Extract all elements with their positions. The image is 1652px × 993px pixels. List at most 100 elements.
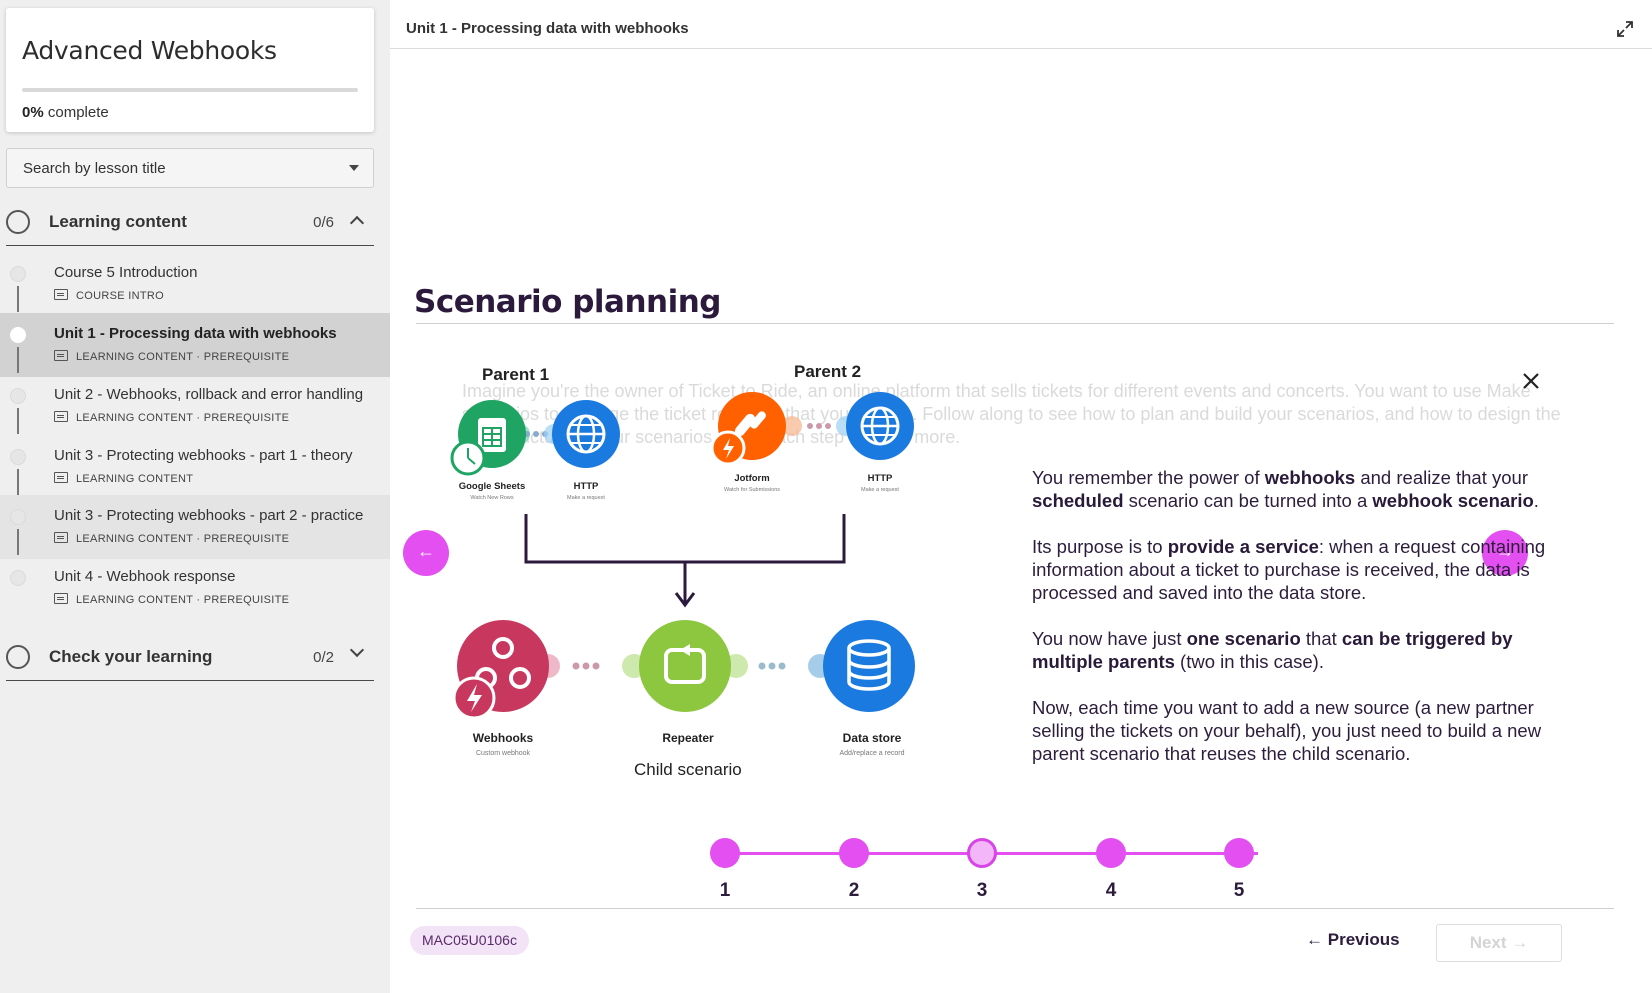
slide-stepper: 1 2 3 4 5	[710, 834, 1270, 904]
repeater-module	[639, 620, 731, 712]
section-count: 0/2	[313, 649, 334, 666]
step-1-label: 1	[719, 880, 731, 901]
lesson-status-dot	[10, 570, 26, 586]
lesson-meta: COURSE INTRO	[54, 289, 164, 302]
chevron-down-icon[interactable]	[349, 642, 365, 658]
webhooks-label: Webhooks	[473, 731, 534, 745]
section-learning-content[interactable]: Learning content 0/6	[6, 198, 374, 246]
explanation-paragraph-1: You remember the power of webhooks and r…	[1032, 467, 1539, 511]
slide-prev-button[interactable]: ←	[403, 530, 449, 576]
lesson-item[interactable]: Unit 2 - Webhooks, rollback and error ha…	[0, 374, 390, 438]
lesson-meta: LEARNING CONTENT · PREREQUISITE	[54, 532, 289, 545]
document-icon	[54, 289, 68, 300]
section-title: Check your learning	[49, 647, 213, 666]
jotform-label: Jotform	[734, 473, 769, 484]
course-title: Advanced Webhooks	[22, 36, 277, 65]
merge-bracket	[524, 514, 846, 608]
section-check-your-learning[interactable]: Check your learning 0/2	[6, 633, 374, 681]
progress-text: 0% complete	[22, 104, 109, 121]
lesson-item[interactable]: Course 5 Introduction COURSE INTRO	[0, 252, 390, 316]
connector-child-2	[724, 654, 832, 678]
http-2-label: HTTP	[868, 473, 893, 484]
google-sheets-sublabel: Watch New Rows	[470, 495, 513, 501]
webhooks-module	[452, 620, 549, 720]
expand-icon[interactable]	[1616, 20, 1634, 38]
course-progress-bar	[22, 88, 358, 92]
data-store-sublabel: Add/replace a record	[840, 750, 905, 757]
arrow-left-icon: ←	[1306, 930, 1323, 949]
lesson-title: Unit 2 - Webhooks, rollback and error ha…	[54, 386, 364, 403]
lesson-meta: LEARNING CONTENT	[54, 472, 193, 485]
lesson-item[interactable]: Unit 3 - Protecting webhooks - part 1 - …	[0, 435, 390, 499]
google-sheets-label: Google Sheets	[459, 481, 526, 492]
step-4-dot[interactable]	[1096, 838, 1126, 868]
lesson-title: Unit 3 - Protecting webhooks - part 2 - …	[54, 507, 364, 524]
lesson-meta: LEARNING CONTENT · PREREQUISITE	[54, 411, 289, 424]
slides-icon	[54, 532, 68, 543]
step-5-dot[interactable]	[1224, 838, 1254, 868]
lesson-title: Course 5 Introduction	[54, 264, 198, 281]
step-2-dot[interactable]	[839, 838, 869, 868]
next-button[interactable]: Next →	[1436, 924, 1562, 962]
http-1-label: HTTP	[574, 481, 599, 492]
slides-icon	[54, 593, 68, 604]
timeline-line	[17, 408, 19, 434]
footer-divider	[416, 908, 1614, 909]
lesson-item-active[interactable]: Unit 1 - Processing data with webhooks L…	[0, 313, 390, 377]
step-1-dot[interactable]	[710, 838, 740, 868]
repeater-label: Repeater	[662, 731, 714, 745]
google-sheets-module	[450, 400, 526, 476]
explanation-paragraph-4: Now, each time you want to add a new sou…	[1032, 697, 1542, 764]
step-5-label: 5	[1233, 880, 1245, 901]
arrow-left-icon: ←	[417, 541, 435, 561]
lesson-code-badge: MAC05U0106c	[410, 926, 529, 955]
connector-child-1	[536, 654, 646, 678]
lesson-meta: LEARNING CONTENT · PREREQUISITE	[54, 350, 289, 363]
section-count: 0/6	[313, 214, 334, 231]
lesson-status-dot	[10, 449, 26, 465]
slide-title: Scenario planning	[414, 284, 721, 320]
lesson-item[interactable]: Unit 3 - Protecting webhooks - part 2 - …	[0, 495, 390, 559]
lesson-status-dot	[10, 266, 26, 282]
search-label: Search by lesson title	[23, 160, 166, 177]
jotform-sublabel: Watch for Submissions	[724, 487, 780, 493]
lesson-item[interactable]: Unit 4 - Webhook response LEARNING CONTE…	[0, 556, 390, 620]
slides-icon	[54, 472, 68, 483]
timeline-line	[17, 529, 19, 555]
section-status-circle-icon	[6, 210, 30, 234]
previous-button[interactable]: ← Previous	[1306, 930, 1400, 950]
chevron-up-icon[interactable]	[349, 215, 365, 231]
lesson-title: Unit 3 - Protecting webhooks - part 1 - …	[54, 447, 353, 464]
data-store-label: Data store	[843, 731, 902, 745]
section-title: Learning content	[49, 212, 187, 231]
http-module-1	[552, 400, 620, 468]
jotform-module	[710, 392, 786, 466]
step-2-label: 2	[848, 880, 860, 901]
sidebar: Advanced Webhooks 0% complete Search by …	[0, 0, 390, 993]
parent-1-label: Parent 1	[482, 365, 550, 384]
explanation-paragraph-3: You now have just one scenario that can …	[1032, 628, 1513, 672]
course-card: Advanced Webhooks 0% complete	[6, 8, 374, 132]
stepper-track	[738, 852, 1258, 855]
progress-value: 0%	[22, 104, 44, 121]
arrow-right-icon: →	[1511, 933, 1529, 952]
step-3-dot[interactable]	[967, 838, 997, 868]
http-1-sublabel: Make a request	[567, 495, 605, 501]
timeline-line	[17, 347, 19, 373]
slides-icon	[54, 411, 68, 422]
lesson-status-dot	[10, 327, 26, 343]
connector-parent-2	[782, 416, 856, 436]
webhooks-sublabel: Custom webhook	[476, 750, 531, 757]
slides-icon	[54, 350, 68, 361]
step-3-label: 3	[976, 880, 988, 901]
explanation-paragraph-2: Its purpose is to provide a service: whe…	[1032, 536, 1546, 603]
close-icon[interactable]	[1522, 372, 1540, 390]
step-4-label: 4	[1105, 880, 1117, 901]
lesson-title: Unit 1 - Processing data with webhooks	[54, 325, 337, 342]
lesson-search-select[interactable]: Search by lesson title	[6, 148, 374, 188]
next-label: Next	[1469, 933, 1507, 952]
http-module-2	[846, 392, 914, 460]
child-scenario-label: Child scenario	[634, 760, 742, 779]
lesson-header-bar: Unit 1 - Processing data with webhooks	[390, 8, 1652, 49]
parent-2-label: Parent 2	[794, 362, 862, 381]
